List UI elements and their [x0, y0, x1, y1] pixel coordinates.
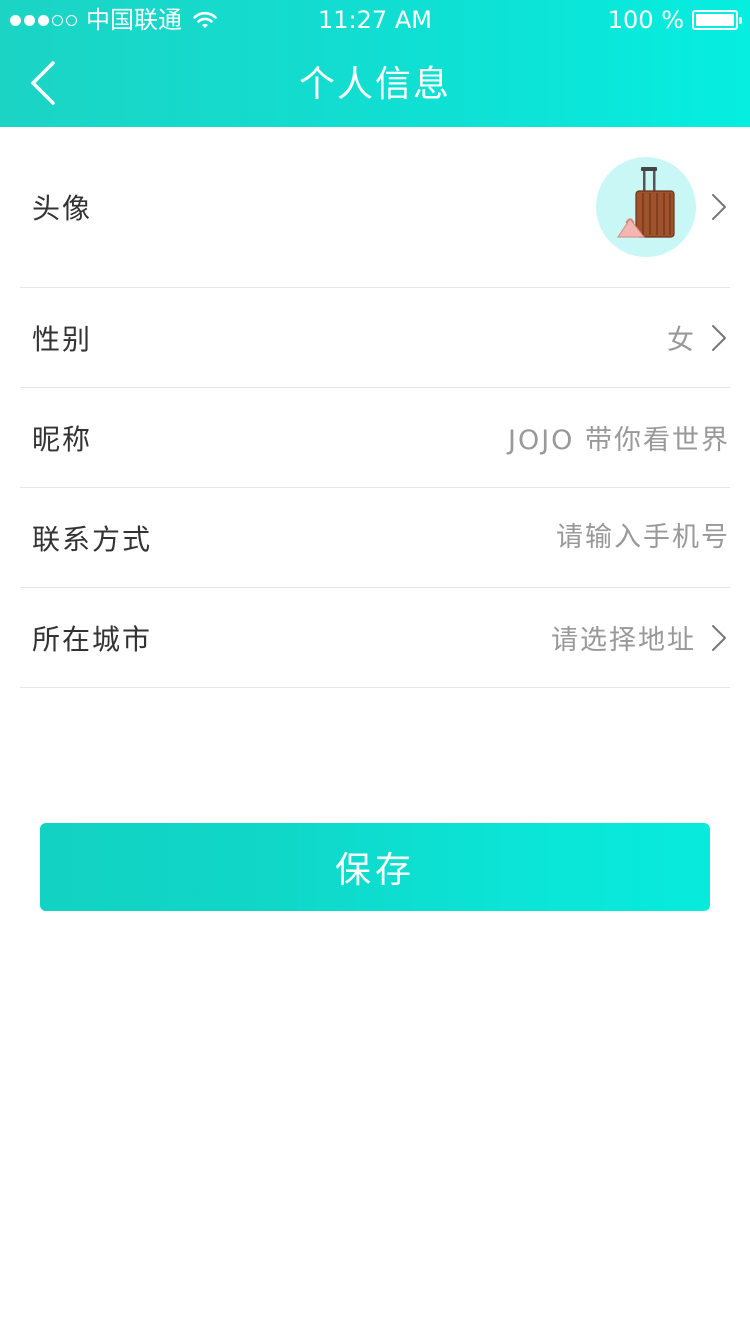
- avatar-row[interactable]: 头像: [20, 127, 730, 288]
- page-title: 个人信息: [298, 64, 451, 105]
- save-button[interactable]: 保存: [40, 823, 710, 911]
- status-right: 100 %: [607, 6, 742, 34]
- nickname-value[interactable]: JOJO 带你看世界: [508, 418, 730, 457]
- gender-label: 性别: [32, 322, 93, 356]
- battery-percentage: 100 %: [607, 6, 684, 34]
- avatar[interactable]: [596, 157, 696, 257]
- avatar-row-right: [596, 157, 730, 257]
- contact-label: 联系方式: [32, 522, 153, 556]
- avatar-label: 头像: [32, 192, 93, 225]
- chevron-right-icon: [708, 192, 730, 222]
- suitcase-icon: [617, 167, 675, 238]
- phone-input[interactable]: [470, 522, 730, 553]
- city-label: 所在城市: [32, 622, 153, 656]
- city-placeholder: 请选择地址: [551, 625, 696, 656]
- nickname-row-right: JOJO 带你看世界: [508, 418, 730, 457]
- chevron-right-icon: [708, 623, 730, 653]
- gender-row-right: 女: [667, 318, 730, 357]
- header: 中国联通 11:27 AM 100 % 个人信息: [0, 0, 750, 127]
- profile-list: 头像 性别 女 昵称 JOJO 带你看世界 联系方式 请输入手机号 所在城市 请…: [20, 127, 730, 688]
- city-row[interactable]: 所在城市 请选择地址: [20, 588, 730, 688]
- gender-value: 女: [667, 325, 696, 356]
- nickname-row[interactable]: 昵称 JOJO 带你看世界: [20, 388, 730, 488]
- city-row-right: 请选择地址: [551, 618, 730, 657]
- contact-row[interactable]: 联系方式: [20, 488, 730, 588]
- chevron-right-icon: [708, 323, 730, 353]
- nickname-label: 昵称: [32, 422, 93, 456]
- contact-row-right: [470, 522, 730, 553]
- gender-row[interactable]: 性别 女: [20, 288, 730, 388]
- status-bar: 中国联通 11:27 AM 100 %: [0, 0, 750, 40]
- battery-icon: [692, 10, 742, 30]
- nav-bar: 个人信息: [0, 40, 750, 127]
